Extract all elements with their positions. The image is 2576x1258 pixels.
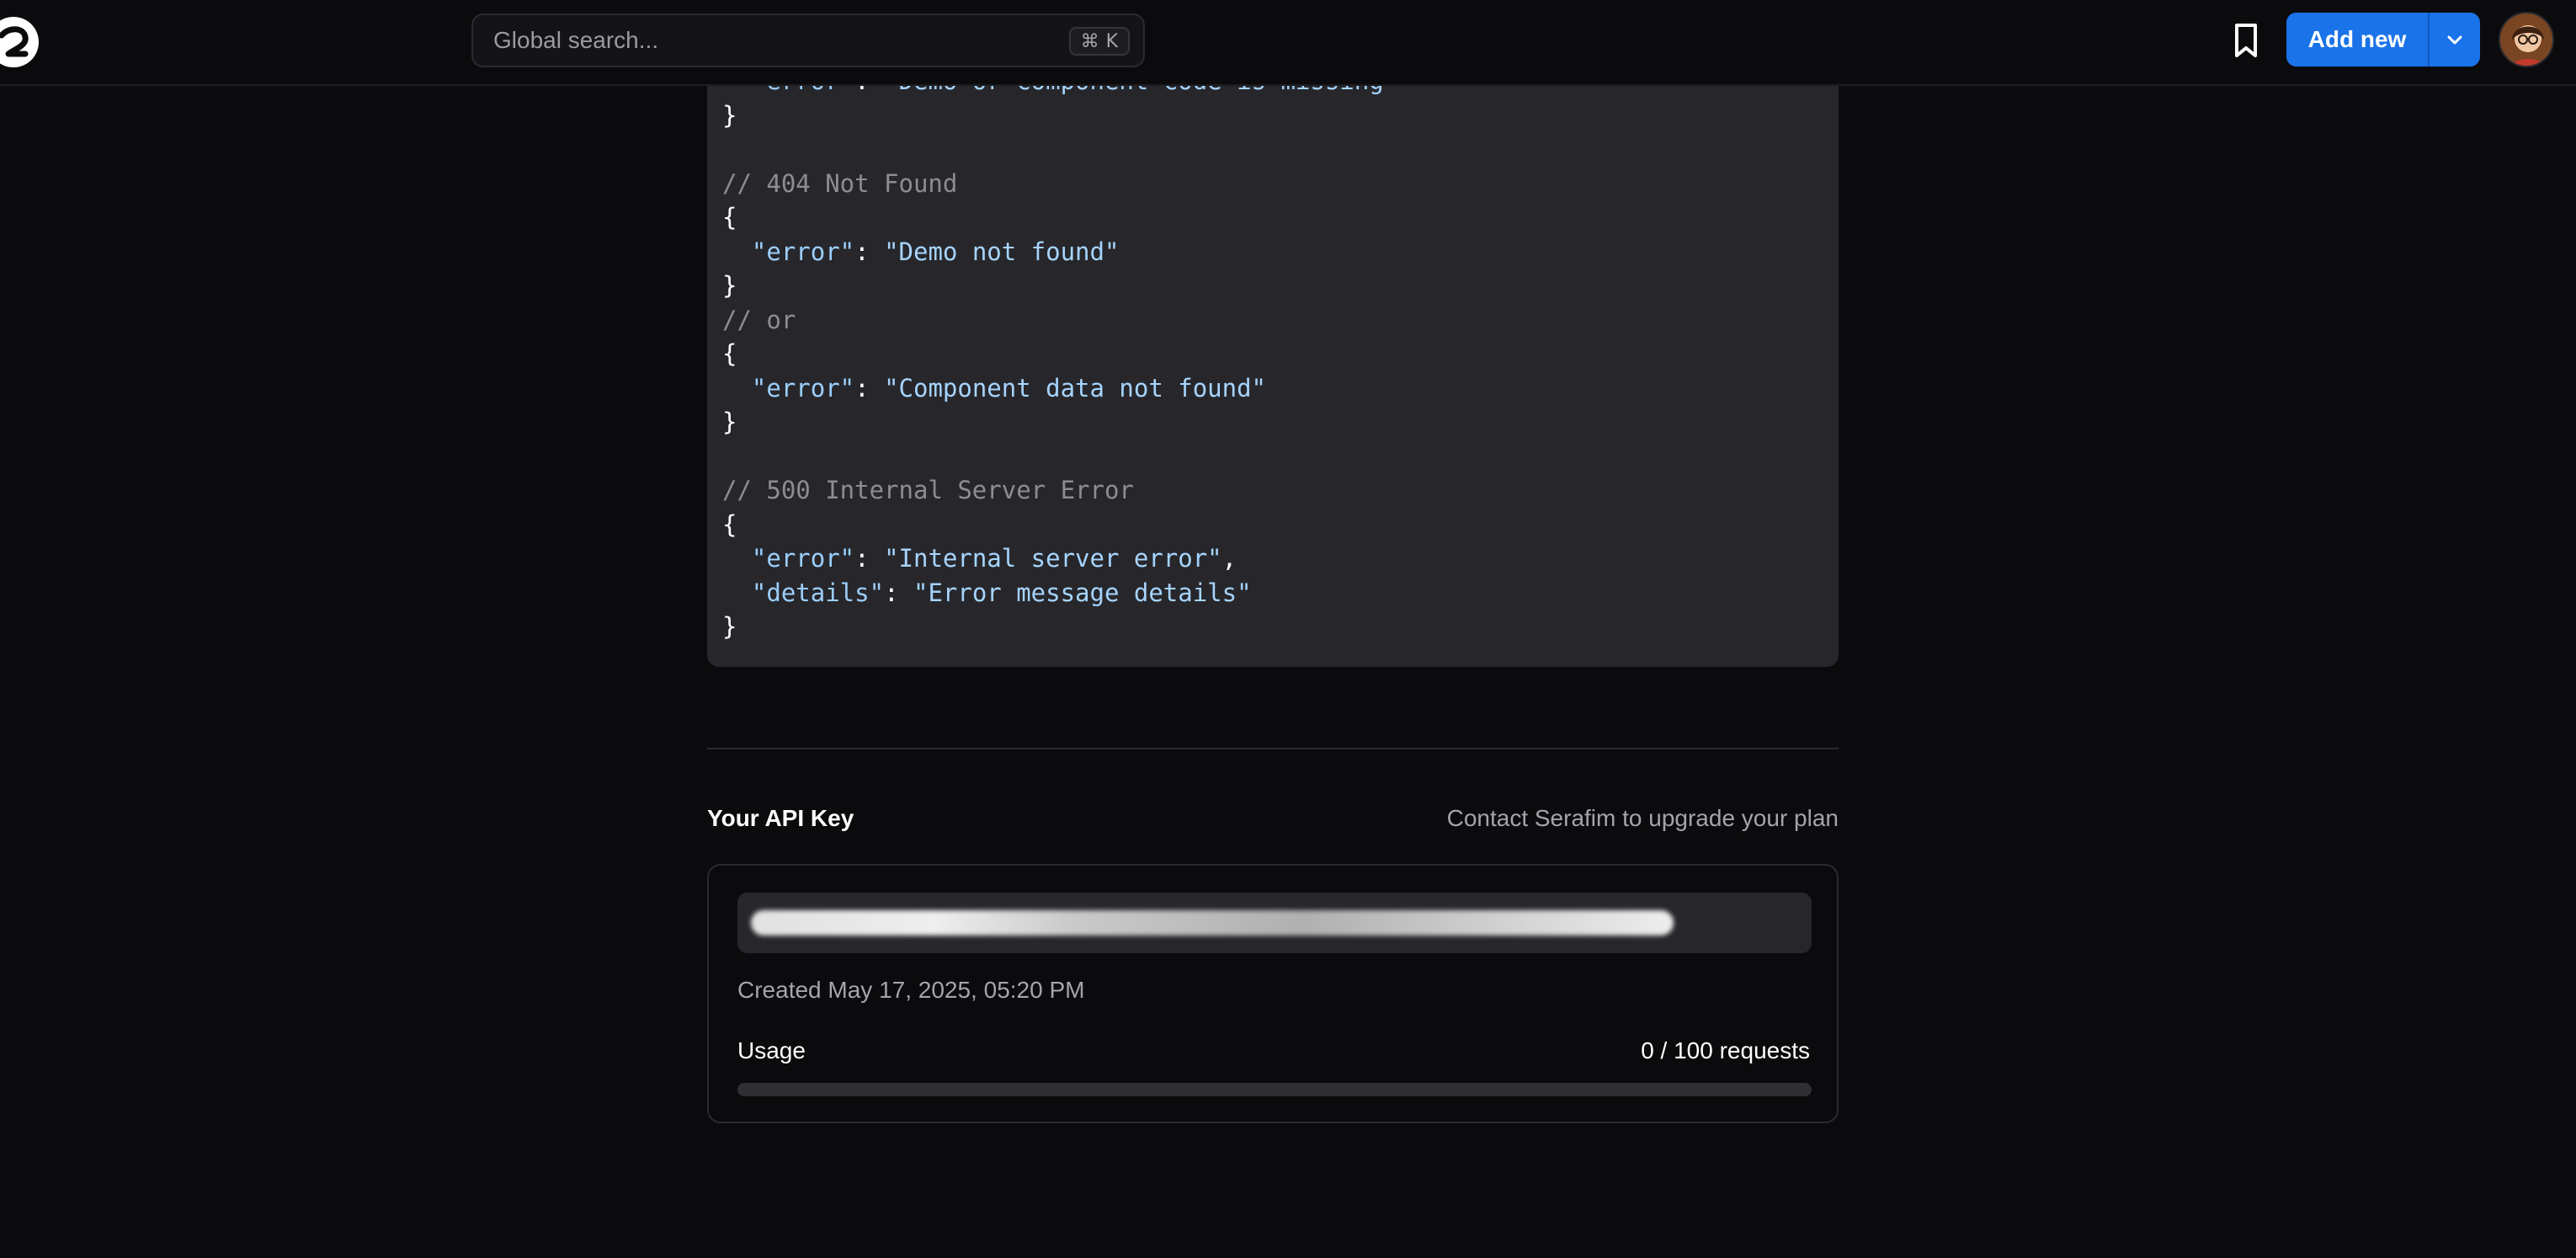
code-line: // or: [722, 303, 796, 337]
api-key-created-date: Created May 17, 2025, 05:20 PM: [737, 977, 1085, 1003]
code-line: // 500 Internal Server Error: [722, 473, 1134, 507]
code-line: }: [722, 405, 737, 439]
code-token: "error": [751, 544, 855, 573]
code-token: "Component data not found": [884, 373, 1267, 402]
code-line: "error": "Internal server error",: [722, 541, 1237, 575]
code-token: {: [722, 509, 737, 539]
code-line: }: [722, 269, 737, 302]
code-line: "details": "Error message details": [722, 576, 1252, 610]
shortcut-key: K: [1105, 30, 1118, 52]
code-token: :: [854, 373, 885, 402]
code-token: {: [722, 203, 737, 232]
top-navigation-bar: Global search... ⌘ K Add new: [0, 0, 2576, 86]
search-placeholder: Global search...: [493, 27, 659, 53]
api-key-card: Created May 17, 2025, 05:20 PM Usage 0 /…: [707, 864, 1839, 1123]
code-line: // 404 Not Found: [722, 167, 957, 200]
code-token: }: [722, 100, 737, 130]
code-token: "error": [751, 373, 855, 402]
logo-icon[interactable]: [0, 15, 40, 69]
api-key-field[interactable]: [737, 893, 1812, 953]
api-key-heading: Your API Key: [707, 805, 854, 831]
code-token: :: [884, 578, 913, 607]
usage-progress-bar: [737, 1083, 1812, 1096]
command-key-icon: ⌘: [1080, 30, 1099, 52]
code-line: }: [722, 610, 737, 643]
search-shortcut-badge: ⌘ K: [1068, 27, 1130, 56]
code-token: "details": [751, 578, 885, 607]
code-token: "Demo not found": [884, 237, 1120, 266]
code-token: :: [854, 544, 885, 573]
global-search-input[interactable]: Global search... ⌘ K: [471, 13, 1145, 67]
code-token: {: [722, 339, 737, 368]
code-line: "error": "Demo not found": [722, 235, 1120, 269]
add-new-button[interactable]: Add new: [2286, 13, 2428, 67]
code-token: // 404 Not Found: [722, 168, 958, 198]
code-line: }: [722, 99, 737, 132]
code-token: "Error message details": [913, 578, 1252, 607]
code-token: // 500 Internal Server Error: [722, 476, 1134, 504]
code-token: }: [722, 271, 737, 300]
code-line: {: [722, 337, 737, 370]
code-token: :: [854, 237, 885, 266]
code-token: }: [722, 612, 737, 641]
api-key-value-redacted: [751, 910, 1674, 936]
code-token: }: [722, 408, 737, 436]
add-new-split-button: Add new: [2286, 13, 2480, 67]
code-line: {: [722, 200, 737, 234]
code-line: {: [722, 508, 737, 541]
code-token: // or: [722, 305, 796, 334]
code-token: "Internal server error": [884, 544, 1222, 573]
code-token: ,: [1221, 544, 1237, 573]
chevron-down-icon: [2447, 35, 2462, 45]
bookmark-icon[interactable]: [2231, 22, 2261, 59]
code-token: "error": [751, 237, 855, 266]
avatar[interactable]: [2499, 12, 2554, 67]
add-new-dropdown-button[interactable]: [2430, 13, 2480, 67]
section-divider: [707, 748, 1839, 749]
upgrade-plan-note: Contact Serafim to upgrade your plan: [1446, 805, 1839, 831]
error-response-code-block: "error": "Demo or component code is miss…: [707, 0, 1839, 667]
usage-label: Usage: [737, 1037, 806, 1063]
code-line: "error": "Component data not found": [722, 371, 1266, 405]
usage-count: 0 / 100 requests: [1641, 1037, 1810, 1063]
